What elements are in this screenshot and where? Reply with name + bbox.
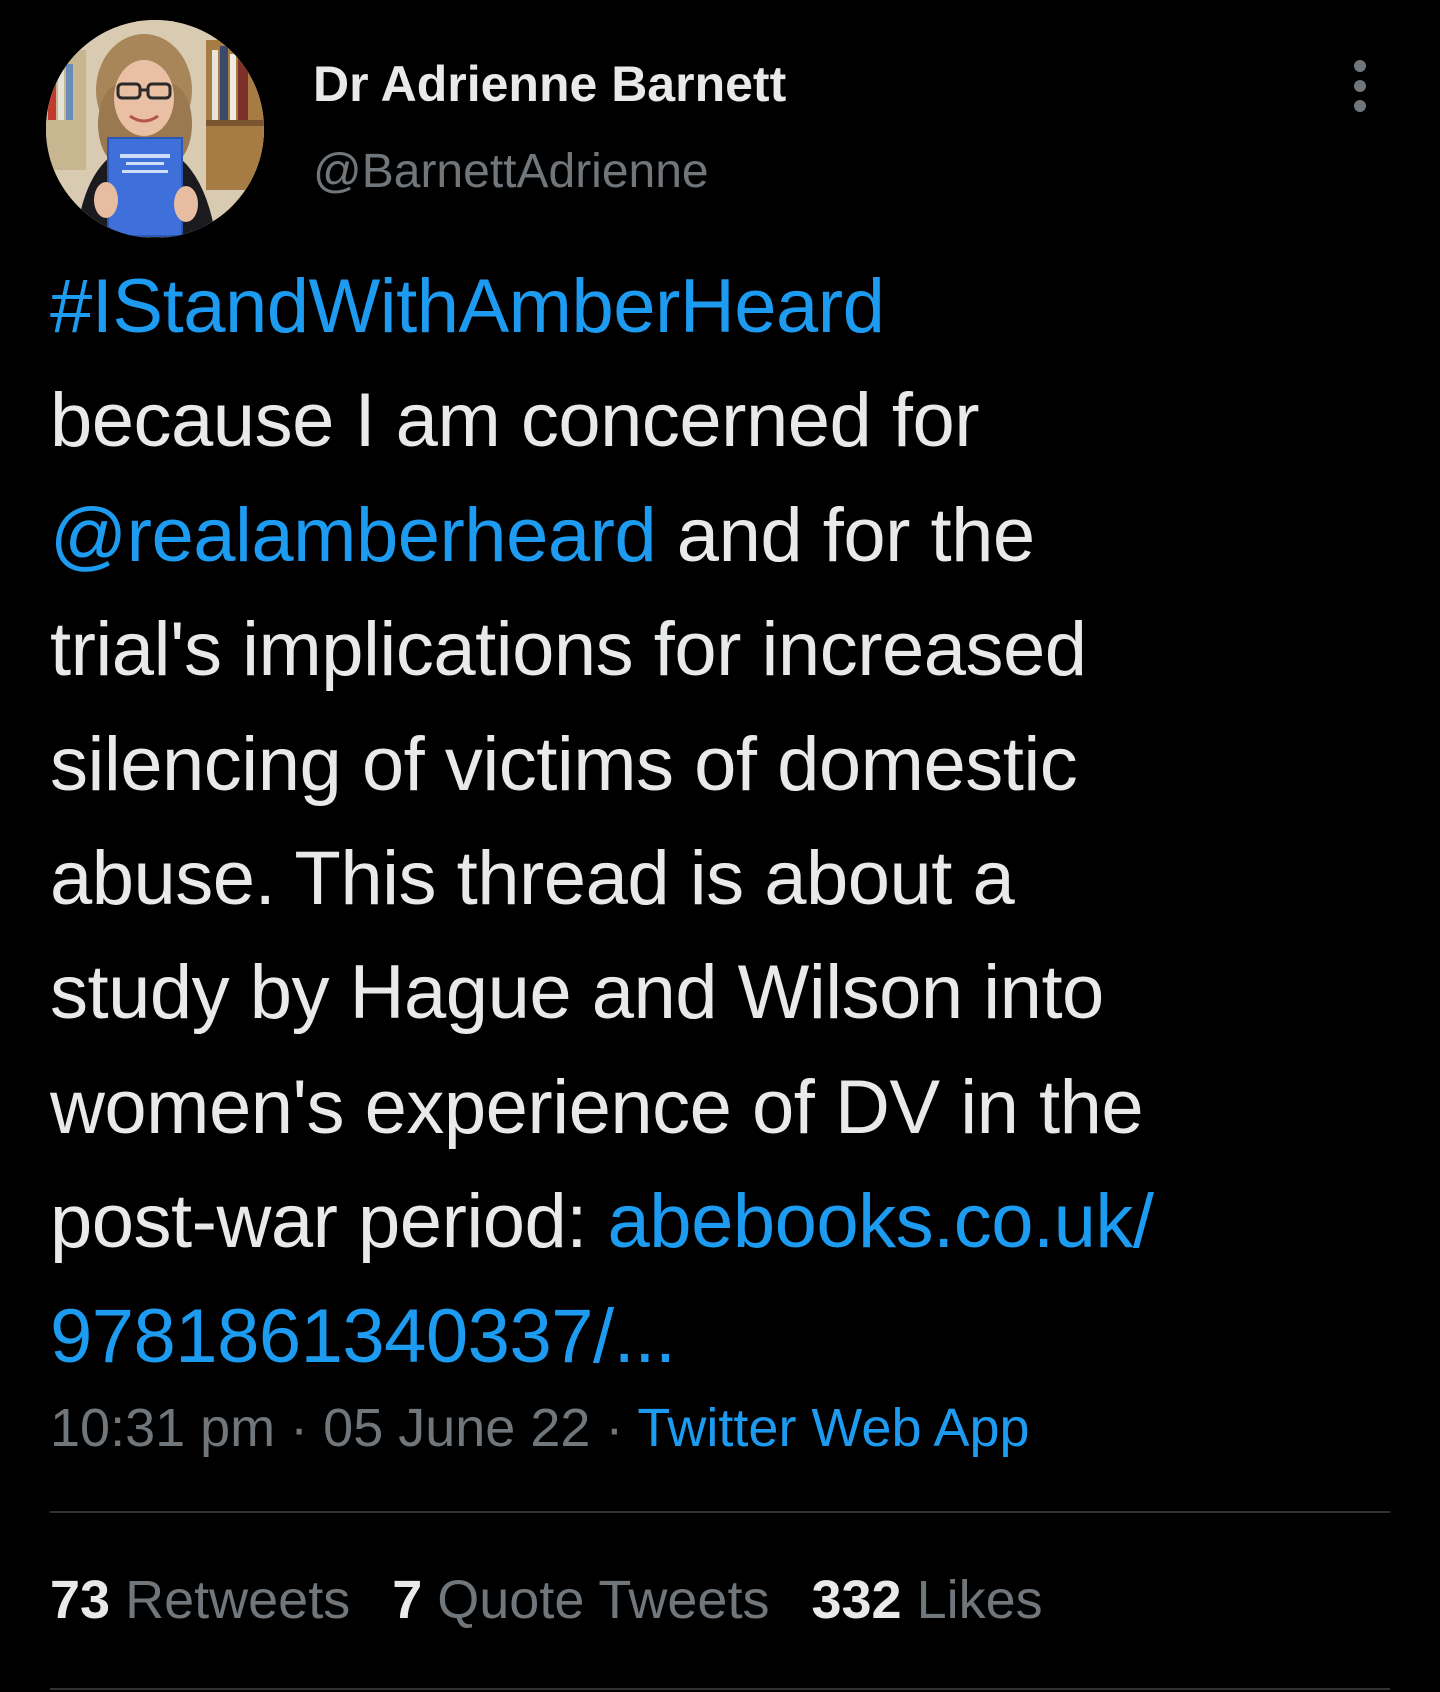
tweet-text-line: post-war period: abebooks.co.uk/ [50,1165,1410,1279]
tweet-text-line: @realamberheard and for the [50,479,1410,593]
retweets-label: Retweets [125,1570,351,1630]
divider [50,1688,1390,1690]
tweet-text-segment: silencing of victims of domestic [50,721,1078,807]
divider [50,1511,1390,1513]
tweet-text-segment: because I am concerned for [50,378,980,464]
hashtag-link[interactable]: #IStandWithAmberHeard [50,264,885,349]
tweet-detail: Dr Adrienne Barnett @BarnettAdrienne #IS… [0,0,1440,1692]
author-handle[interactable]: @BarnettAdrienne [313,143,709,201]
tweet-time[interactable]: 10:31 pm [50,1398,275,1458]
meta-separator: · [275,1398,324,1458]
tweet-stats: 73 Retweets 7 Quote Tweets 332 Likes [50,1565,1085,1635]
tweet-text-segment: study by Hague and Wilson into [50,950,1104,1036]
tweet-date[interactable]: 05 June 22 [323,1398,590,1458]
tweet-text: #IStandWithAmberHeard because I am concer… [50,250,1410,1394]
tweet-text-segment: post-war period: [50,1179,608,1265]
more-vertical-icon[interactable] [1340,56,1380,116]
retweets-count: 73 [50,1570,111,1630]
mention-link[interactable]: @realamberheard [50,493,657,578]
likes-stat[interactable]: 332 Likes [811,1565,1042,1635]
tweet-text-line: trial's implications for increased [50,593,1410,707]
quotes-count: 7 [392,1570,423,1630]
more-dot [1354,100,1366,112]
tweet-text-line: because I am concerned for [50,364,1410,478]
avatar-image [46,20,264,238]
tweet-text-segment: trial's implications for increased [50,607,1087,693]
tweet-text-line: silencing of victims of domestic [50,708,1410,822]
more-dot [1354,80,1366,92]
tweet-text-line: women's experience of DV in the [50,1051,1410,1165]
more-dot [1354,60,1366,72]
url-link[interactable]: 9781861340337/... [50,1294,676,1379]
avatar[interactable] [46,20,264,238]
tweet-text-segment: women's experience of DV in the [50,1064,1144,1150]
tweet-text-line: 9781861340337/... [50,1280,1410,1394]
url-link[interactable]: abebooks.co.uk/ [608,1179,1155,1264]
tweet-text-segment: abuse. This thread is about a [50,835,1015,921]
author-display-name[interactable]: Dr Adrienne Barnett [313,54,786,114]
tweet-text-segment: and for the [656,492,1035,578]
retweets-stat[interactable]: 73 Retweets [50,1565,350,1635]
quotes-label: Quote Tweets [437,1570,770,1630]
likes-count: 332 [811,1570,902,1630]
tweet-source-link[interactable]: Twitter Web App [637,1398,1029,1458]
likes-label: Likes [916,1570,1043,1630]
tweet-text-line: abuse. This thread is about a [50,822,1410,936]
quote-tweets-stat[interactable]: 7 Quote Tweets [392,1565,769,1635]
tweet-text-line: #IStandWithAmberHeard [50,250,1410,364]
tweet-meta: 10:31 pm · 05 June 22 · Twitter Web App [50,1393,1030,1463]
meta-separator: · [590,1398,638,1458]
tweet-text-line: study by Hague and Wilson into [50,936,1410,1050]
